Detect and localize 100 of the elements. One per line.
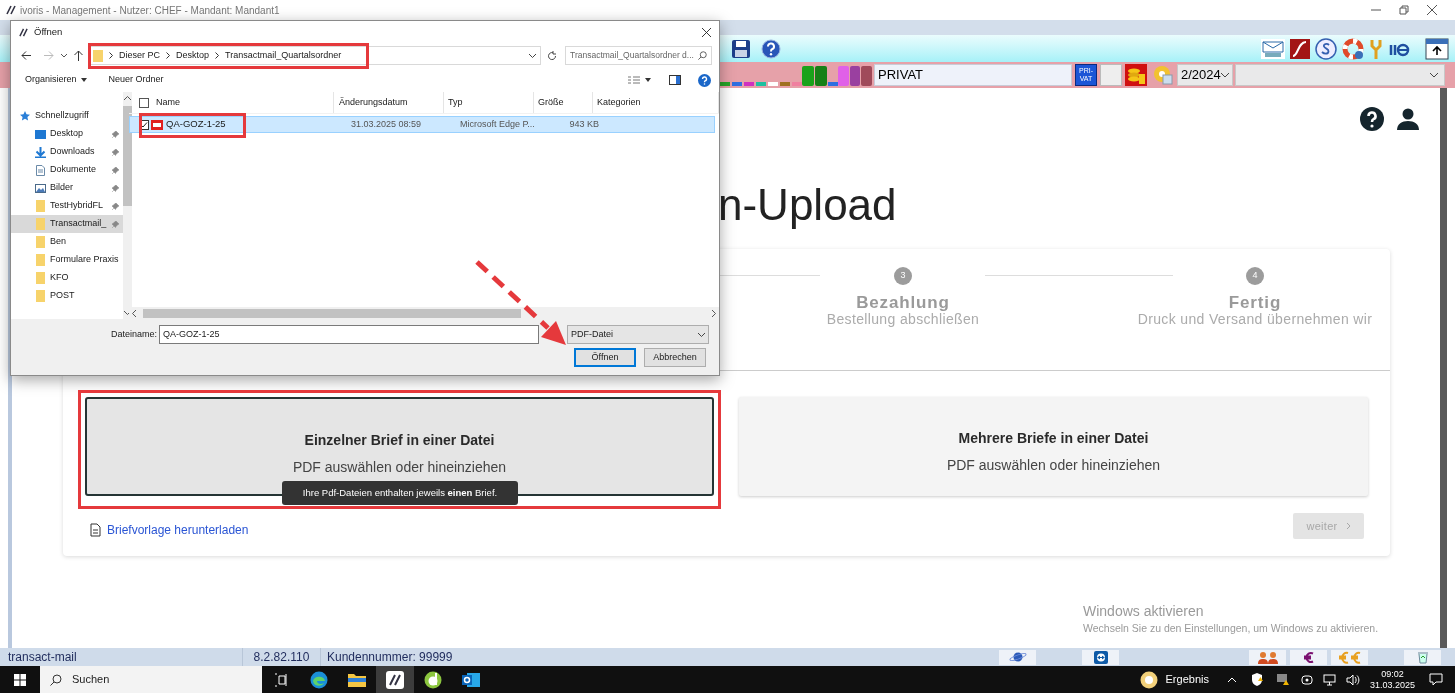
app-icon[interactable] [424,670,442,689]
column-header[interactable]: Typ [444,92,534,113]
help-icon[interactable] [761,38,781,59]
back-icon[interactable] [21,51,32,60]
trash-icon [1416,650,1429,664]
nav-item[interactable]: Ben [11,233,123,251]
caret-icon[interactable] [61,53,67,58]
checkbox[interactable] [139,119,149,130]
close-icon[interactable] [702,27,711,37]
nav-item[interactable]: Schnellzugriff [11,107,123,125]
path-segment[interactable]: Dieser PC [119,48,160,63]
chevron-icon [109,52,113,59]
chevron-icon [215,52,220,59]
option-hint: PDF auswählen oder hineinziehen [946,456,1161,475]
folder-icon [35,272,45,284]
nav-item[interactable]: POST [11,287,123,305]
euro-button[interactable] [1290,649,1327,665]
nav-item[interactable]: Desktop [11,125,123,143]
notification-icon[interactable] [1429,673,1443,686]
file-row[interactable]: QA-GOZ-1-25 31.03.2025 08:59 Microsoft Edge P... 943 KB [129,116,715,133]
folder-icon [35,200,45,212]
preview-pane-icon[interactable] [669,75,681,85]
activation-title: Windows aktivieren [1083,603,1205,619]
users-button[interactable] [1249,649,1286,665]
step-title: Fertig [1228,293,1282,312]
search-icon [698,51,707,60]
chevron-icon [1345,522,1351,530]
dialog-button[interactable]: Öffnen [574,348,636,367]
search-field[interactable]: Transactmail_Quartalsordner d... [565,46,712,65]
close-icon[interactable] [1427,5,1437,15]
caret-icon [80,78,87,82]
lifebuoy-icon[interactable] [1342,37,1364,60]
nav-item[interactable]: Formulare Praxis [11,251,123,269]
user-icon[interactable] [1396,107,1420,131]
file-name-field[interactable]: QA-GOZ-1-25 [159,325,539,344]
column-header[interactable]: Größe [534,92,593,113]
mail-icon[interactable] [1261,38,1285,59]
remote-button[interactable] [1082,649,1119,665]
start-icon[interactable] [14,673,26,686]
column-header[interactable]: Kategorien [593,92,719,113]
caret-icon[interactable] [645,78,651,82]
restore-icon[interactable] [1399,5,1409,15]
save-icon[interactable] [731,38,751,59]
nav-item[interactable]: TestHybridFL [11,197,123,215]
clock-time[interactable]: 09:02 [1381,668,1404,680]
scroll-thumb[interactable] [143,308,521,318]
coins-icon[interactable] [1125,64,1147,86]
nav-item[interactable]: Downloads [11,143,123,161]
scroll-thumb[interactable] [122,106,132,206]
name-field[interactable]: PRIVAT [874,64,1072,86]
chevron-up-icon[interactable] [1226,676,1237,683]
dialog-button[interactable]: Abbrechen [644,348,706,367]
folder-icon [35,290,45,302]
toolbar-button[interactable]: Neuer Ordner [108,73,164,87]
caret-icon [529,53,536,58]
window-up-icon[interactable] [1425,37,1449,60]
nav-item[interactable]: Dokumente [11,161,123,179]
weather-icon[interactable] [1139,670,1158,689]
nav-item[interactable]: Bilder [11,179,123,197]
users-icon [1256,650,1279,664]
scroll-up-icon[interactable] [123,96,131,100]
color-tabs-drawing[interactable] [720,64,872,86]
template-link[interactable]: Briefvorlage herunterladen [107,521,249,539]
upload-option[interactable]: Mehrere Briefe in einer Datei PDF auswählen oder hineinziehen [739,397,1368,496]
file-type-select[interactable]: PDF-Datei [567,325,709,344]
chart-icon[interactable] [1290,38,1310,59]
weather-label[interactable]: Ergebnis [1165,671,1209,688]
up-icon[interactable] [74,50,83,61]
vm-icon[interactable] [1276,673,1289,686]
scrollbar[interactable] [1440,88,1447,648]
task-view-icon[interactable] [274,672,288,687]
checkbox[interactable] [139,98,149,108]
search-box[interactable]: Suchen [40,666,262,693]
camera-icon[interactable] [1300,673,1313,686]
shield-icon[interactable] [1250,673,1263,686]
path-segment[interactable]: Desktop [176,48,210,63]
scroll-down-icon[interactable] [123,311,131,315]
scroll-left-icon[interactable] [132,309,136,317]
taskbar-app-button[interactable] [376,666,414,693]
path-segment[interactable]: Transactmail_Quartalsordner [225,48,342,63]
column-header[interactable]: Änderungsdatum [334,92,444,113]
option-hint: PDF auswählen oder hineinziehen [292,458,507,477]
mail-app-icon[interactable] [462,671,480,688]
planet-button[interactable] [999,649,1036,665]
nav-item[interactable]: Transactmail_ [11,215,123,233]
network-icon[interactable] [1322,673,1336,686]
folder-icon[interactable] [348,672,366,687]
app-logo-icon [6,5,16,15]
refresh-icon[interactable] [547,50,557,61]
period-select[interactable]: 2/2024 [1177,64,1233,86]
s-circle-icon[interactable] [1315,37,1337,60]
clock-date[interactable]: 31.03.2025 [1369,679,1415,691]
toolbar-button[interactable]: Organisieren [25,73,87,87]
volume-icon[interactable] [1345,673,1360,686]
browser-icon[interactable] [310,670,328,689]
help-icon[interactable] [1360,107,1384,131]
scroll-right-icon[interactable] [712,309,716,317]
column-header[interactable]: Name [129,92,334,113]
image-icon [34,183,46,193]
nav-item[interactable]: KFO [11,269,123,287]
